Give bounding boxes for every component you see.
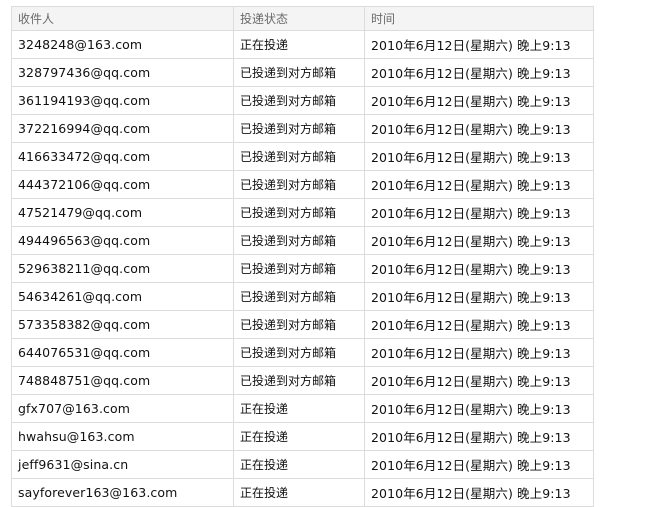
- table-row: hwahsu@163.com 正在投递 2010年6月12日(星期六) 晚上9:13: [11, 422, 594, 451]
- time-cell: 2010年6月12日(星期六) 晚上9:13: [364, 86, 594, 115]
- table-row: 416633472@qq.com 已投递到对方邮箱 2010年6月12日(星期六) …: [11, 142, 594, 171]
- table-row: 372216994@qq.com 已投递到对方邮箱 2010年6月12日(星期六) …: [11, 114, 594, 143]
- status-cell: 正在投递: [233, 450, 365, 479]
- table-row: 748848751@qq.com 已投递到对方邮箱 2010年6月12日(星期六) …: [11, 366, 594, 395]
- status-cell: 已投递到对方邮箱: [233, 198, 365, 227]
- time-cell: 2010年6月12日(星期六) 晚上9:13: [364, 114, 594, 143]
- time-cell: 2010年6月12日(星期六) 晚上9:13: [364, 282, 594, 311]
- time-cell: 2010年6月12日(星期六) 晚上9:13: [364, 226, 594, 255]
- recipient-cell: 54634261@qq.com: [11, 282, 234, 311]
- table-row: 47521479@qq.com 已投递到对方邮箱 2010年6月12日(星期六) 晚…: [11, 198, 594, 227]
- recipient-cell: jeff9631@sina.cn: [11, 450, 234, 479]
- table-row: 54634261@qq.com 已投递到对方邮箱 2010年6月12日(星期六) 晚…: [11, 282, 594, 311]
- column-header-status[interactable]: 投递状态: [233, 6, 365, 31]
- recipient-cell: 328797436@qq.com: [11, 58, 234, 87]
- table-row: 361194193@qq.com 已投递到对方邮箱 2010年6月12日(星期六) …: [11, 86, 594, 115]
- table-row: 3248248@163.com 正在投递 2010年6月12日(星期六) 晚上9:1…: [11, 30, 594, 59]
- recipient-cell: 3248248@163.com: [11, 30, 234, 59]
- recipient-cell: 361194193@qq.com: [11, 86, 234, 115]
- time-cell: 2010年6月12日(星期六) 晚上9:13: [364, 422, 594, 451]
- table-row: 573358382@qq.com 已投递到对方邮箱 2010年6月12日(星期六) …: [11, 310, 594, 339]
- status-cell: 已投递到对方邮箱: [233, 282, 365, 311]
- time-cell: 2010年6月12日(星期六) 晚上9:13: [364, 450, 594, 479]
- recipient-cell: sayforever163@163.com: [11, 478, 234, 507]
- status-cell: 已投递到对方邮箱: [233, 58, 365, 87]
- time-cell: 2010年6月12日(星期六) 晚上9:13: [364, 310, 594, 339]
- time-cell: 2010年6月12日(星期六) 晚上9:13: [364, 30, 594, 59]
- time-cell: 2010年6月12日(星期六) 晚上9:13: [364, 254, 594, 283]
- table-header-row: 收件人 投递状态 时间: [11, 6, 594, 31]
- table-row: 529638211@qq.com 已投递到对方邮箱 2010年6月12日(星期六) …: [11, 254, 594, 283]
- recipient-cell: 529638211@qq.com: [11, 254, 234, 283]
- status-cell: 正在投递: [233, 394, 365, 423]
- table-row: 328797436@qq.com 已投递到对方邮箱 2010年6月12日(星期六) …: [11, 58, 594, 87]
- time-cell: 2010年6月12日(星期六) 晚上9:13: [364, 198, 594, 227]
- status-cell: 已投递到对方邮箱: [233, 114, 365, 143]
- status-cell: 正在投递: [233, 478, 365, 507]
- recipient-cell: gfx707@163.com: [11, 394, 234, 423]
- status-cell: 已投递到对方邮箱: [233, 254, 365, 283]
- status-cell: 正在投递: [233, 422, 365, 451]
- status-cell: 已投递到对方邮箱: [233, 226, 365, 255]
- status-cell: 正在投递: [233, 30, 365, 59]
- table-row: 444372106@qq.com 已投递到对方邮箱 2010年6月12日(星期六) …: [11, 170, 594, 199]
- time-cell: 2010年6月12日(星期六) 晚上9:13: [364, 478, 594, 507]
- recipient-cell: 416633472@qq.com: [11, 142, 234, 171]
- recipient-cell: 372216994@qq.com: [11, 114, 234, 143]
- table-row: 494496563@qq.com 已投递到对方邮箱 2010年6月12日(星期六) …: [11, 226, 594, 255]
- status-cell: 已投递到对方邮箱: [233, 366, 365, 395]
- column-header-time[interactable]: 时间: [364, 6, 594, 31]
- status-cell: 已投递到对方邮箱: [233, 310, 365, 339]
- recipient-cell: 644076531@qq.com: [11, 338, 234, 367]
- recipient-cell: 444372106@qq.com: [11, 170, 234, 199]
- time-cell: 2010年6月12日(星期六) 晚上9:13: [364, 366, 594, 395]
- table-row: gfx707@163.com 正在投递 2010年6月12日(星期六) 晚上9:13: [11, 394, 594, 423]
- table-row: jeff9631@sina.cn 正在投递 2010年6月12日(星期六) 晚上9:…: [11, 450, 594, 479]
- status-cell: 已投递到对方邮箱: [233, 142, 365, 171]
- table-row: sayforever163@163.com 正在投递 2010年6月12日(星期六)…: [11, 478, 594, 507]
- delivery-status-table: 收件人 投递状态 时间 3248248@163.com 正在投递 2010年6月12…: [11, 6, 594, 507]
- table-row: 644076531@qq.com 已投递到对方邮箱 2010年6月12日(星期六) …: [11, 338, 594, 367]
- time-cell: 2010年6月12日(星期六) 晚上9:13: [364, 338, 594, 367]
- status-cell: 已投递到对方邮箱: [233, 170, 365, 199]
- time-cell: 2010年6月12日(星期六) 晚上9:13: [364, 58, 594, 87]
- status-cell: 已投递到对方邮箱: [233, 86, 365, 115]
- recipient-cell: hwahsu@163.com: [11, 422, 234, 451]
- time-cell: 2010年6月12日(星期六) 晚上9:13: [364, 170, 594, 199]
- time-cell: 2010年6月12日(星期六) 晚上9:13: [364, 142, 594, 171]
- recipient-cell: 47521479@qq.com: [11, 198, 234, 227]
- recipient-cell: 748848751@qq.com: [11, 366, 234, 395]
- time-cell: 2010年6月12日(星期六) 晚上9:13: [364, 394, 594, 423]
- status-cell: 已投递到对方邮箱: [233, 338, 365, 367]
- column-header-recipient[interactable]: 收件人: [11, 6, 234, 31]
- recipient-cell: 573358382@qq.com: [11, 310, 234, 339]
- recipient-cell: 494496563@qq.com: [11, 226, 234, 255]
